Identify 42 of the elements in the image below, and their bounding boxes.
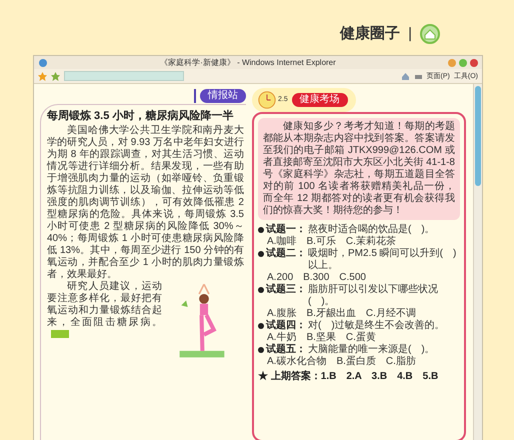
bullet-icon	[258, 227, 264, 233]
section-label: 情报站	[200, 89, 246, 103]
question-label: 试题一：	[266, 224, 306, 236]
answer-options: A.碳水化合物 B.蛋白质 C.脂肪	[258, 356, 460, 368]
question-text: 对( )过敏是终生不会改善的。	[308, 320, 445, 332]
question-text: 吸烟时，PM2.5 瞬间可以升到( )以上。	[308, 248, 458, 272]
editor-tag-icon	[51, 330, 69, 338]
bullet-icon	[258, 251, 264, 257]
minimize-button[interactable]	[448, 58, 456, 66]
answer-options: A.牛奶 B.坚果 C.蛋黄	[258, 332, 460, 344]
answer-options: A.腹胀 B.牙龈出血 C.月经不调	[258, 308, 460, 320]
question-label: 试题五：	[266, 344, 306, 356]
question-label: 试题三：	[266, 284, 306, 296]
last-answers: ★ 上期答案：1.B 2.A 3.B 4.B 5.B	[258, 371, 440, 383]
add-favorite-icon[interactable]	[51, 72, 60, 80]
header-title: 健康圈子	[340, 24, 400, 44]
clock-icon	[256, 90, 278, 110]
answer-options: A.200 B.300 C.500	[258, 272, 460, 284]
quiz-badge: 健康考场	[292, 93, 348, 107]
house-icon	[420, 24, 440, 44]
maximize-button[interactable]	[459, 58, 467, 66]
home-icon[interactable]	[400, 72, 410, 80]
bullet-icon	[258, 287, 264, 293]
scroll-thumb[interactable]	[475, 86, 481, 186]
answer-options: A.咖啡 B.可乐 C.茉莉花茶	[258, 236, 460, 248]
question-label: 试题四：	[266, 320, 306, 332]
favorites-icon[interactable]	[38, 72, 47, 80]
question-text: 熬夜时适合喝的饮品是( )。	[308, 224, 435, 236]
question-text: 脂肪肝可以引发以下哪些状况( )。	[308, 284, 439, 308]
bullet-icon	[258, 347, 264, 353]
scrollbar[interactable]	[473, 84, 482, 440]
article-paragraph: 美国哈佛大学公共卫生学院和南丹麦大学的研究人员，对 9.93 万名中老年妇女进行为期 8 年的跟踪调查，对其生活习惯、运动情况等进行详细分析。结果发现，一些有助于增强肌肉力量的运动（如举哑铃、负重锻炼等抗阻力训练，以及瑜伽、拉伸运动等低强度的肌肉调节训练），可有效降低罹患 2 型糖尿病的危险。具体来说，每周锻炼 3.5 小时可使患 2 型糖尿病的风险降低 30%～40%；每周锻炼 1 小时可使患糖尿病风险降低 13%。其中，每周至少进行 150 分钟的有氧运动，并配合至少 1 小时的肌肉力量锻炼者，效果最好。	[47, 125, 244, 280]
question-text: 大脑能量的唯一来源是( )。	[308, 344, 435, 356]
quiz-intro: 健康知多少？考考才知道！每期的考题都能从本期杂志内容中找到答案。答案请发至我们的电子邮箱 JTKX999@126.COM 或者直接邮寄至沈阳市大东区小北关街 41-1-8 号《家庭科学》杂志社，每期五道题目全答对的前 100 名读者将获赠精美礼品一份，而全年 12 期都答对的读者更有机会获得我们的惊喜大奖！期待您的参与！	[258, 118, 460, 220]
browser-logo-icon	[38, 58, 48, 68]
question-label: 试题二：	[266, 248, 306, 260]
article-paragraph: 研究人员建议，运动要注意多样化，最好把有氧运动和力量锻炼结合起来，全面阻击糖尿病。	[47, 281, 162, 341]
close-button[interactable]	[470, 58, 478, 66]
window-title: 《家庭科学·新健康》 - Windows Internet Explorer	[159, 58, 337, 68]
bullet-icon	[258, 323, 264, 329]
header-separator: |	[408, 24, 412, 44]
article-title: 每周锻炼 3.5 小时，糖尿病风险降一半	[47, 109, 234, 123]
